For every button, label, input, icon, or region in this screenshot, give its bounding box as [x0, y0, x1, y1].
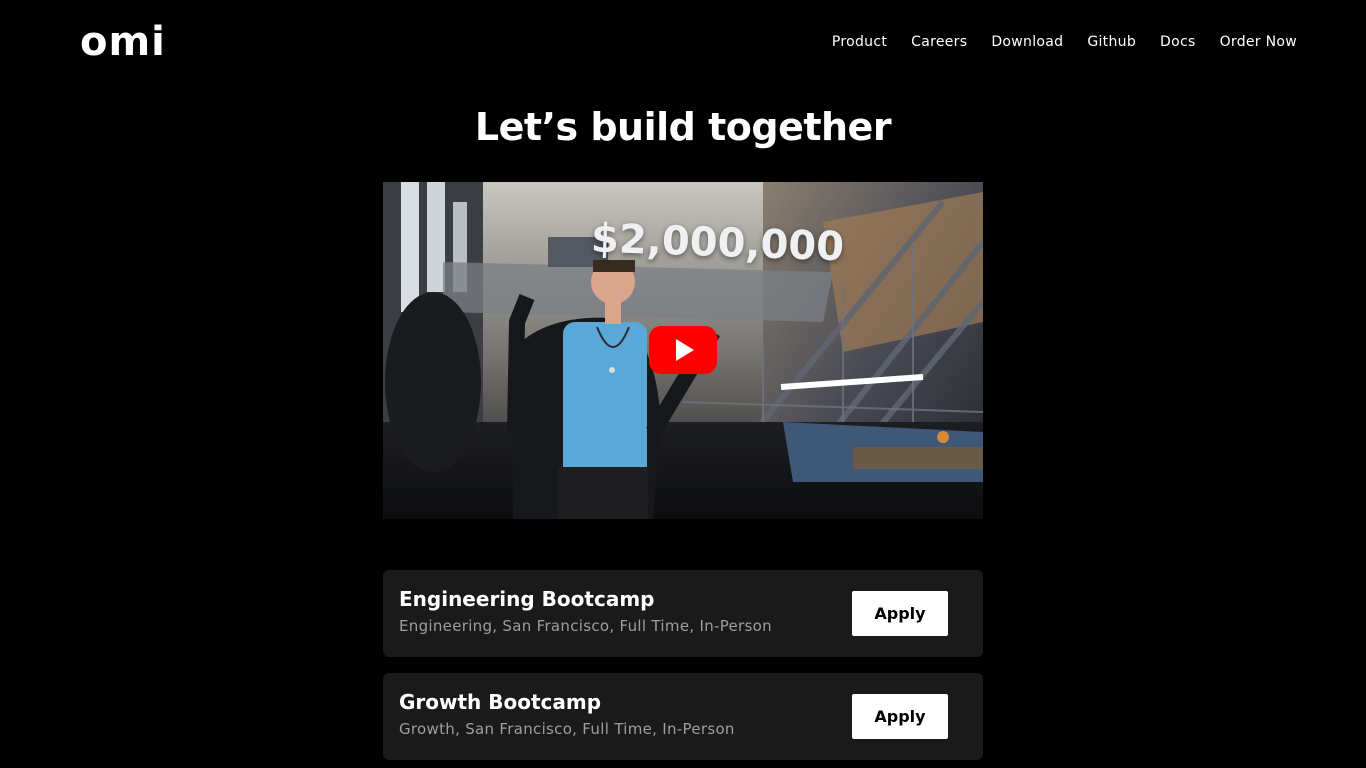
nav-github-link[interactable]: Github — [1087, 31, 1136, 53]
job-meta: Engineering, San Francisco, Full Time, I… — [399, 617, 772, 635]
nav-product-link[interactable]: Product — [832, 31, 887, 53]
video-overlay-text: $2,000,000 — [590, 215, 845, 271]
job-card: Growth Bootcamp Growth, San Francisco, F… — [383, 673, 983, 760]
page-title: Let’s build together — [474, 105, 892, 149]
nav-docs-link[interactable]: Docs — [1160, 31, 1196, 53]
youtube-play-icon[interactable] — [649, 326, 717, 374]
play-triangle-icon — [676, 339, 694, 361]
site-header: omi Product Careers Download Github Docs… — [0, 0, 1366, 84]
omi-logo[interactable]: omi — [80, 18, 166, 66]
nav-order-now-link[interactable]: Order Now — [1220, 31, 1297, 53]
video-player[interactable]: $2,000,000 — [383, 182, 983, 519]
job-card: Engineering Bootcamp Engineering, San Fr… — [383, 570, 983, 657]
job-meta: Growth, San Francisco, Full Time, In-Per… — [399, 720, 735, 738]
main-nav: Product Careers Download Github Docs Ord… — [832, 31, 1297, 53]
job-title: Growth Bootcamp — [399, 690, 602, 714]
nav-careers-link[interactable]: Careers — [911, 31, 967, 53]
apply-button[interactable]: Apply — [852, 694, 948, 739]
nav-download-link[interactable]: Download — [991, 31, 1063, 53]
apply-button[interactable]: Apply — [852, 591, 948, 636]
job-title: Engineering Bootcamp — [399, 587, 655, 611]
